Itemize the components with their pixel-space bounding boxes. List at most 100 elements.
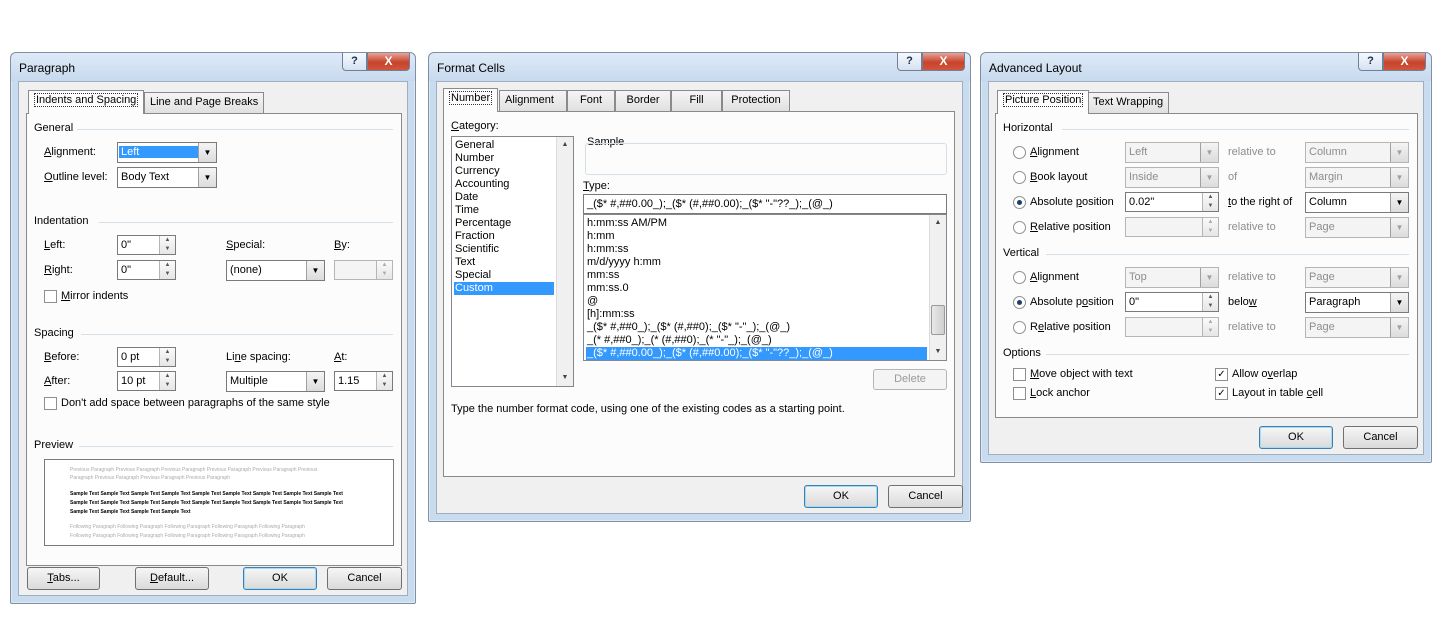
- book-layout-of-combo[interactable]: Margin ▼: [1305, 167, 1409, 188]
- spin-arrows-icon[interactable]: ▲ ▼: [159, 236, 175, 254]
- advanced-layout-titlebar[interactable]: Advanced Layout ? X: [981, 53, 1431, 81]
- book-layout-combo[interactable]: Inside ▼: [1125, 167, 1219, 188]
- lock-anchor-checkbox[interactable]: [1013, 387, 1026, 400]
- rel-position-radio[interactable]: [1013, 221, 1026, 234]
- abs-position-radio[interactable]: [1013, 196, 1026, 209]
- category-item[interactable]: Text: [454, 256, 554, 269]
- category-item[interactable]: Time: [454, 204, 554, 217]
- chevron-down-icon[interactable]: ▼: [1390, 268, 1408, 287]
- category-list[interactable]: General Number Currency Accounting Date Time P…: [451, 136, 574, 387]
- chevron-down-icon[interactable]: ▼: [1200, 268, 1218, 287]
- tab-indents-and-spacing[interactable]: Indents and Spacing: [28, 90, 145, 114]
- category-item[interactable]: Date: [454, 191, 554, 204]
- close-button[interactable]: X: [922, 53, 965, 71]
- format-item[interactable]: _($* #,##0.00_);_($* (#,##0.00);_($* "-"…: [586, 347, 927, 360]
- tab-alignment[interactable]: Alignment: [499, 90, 567, 111]
- v-alignment-relative-combo[interactable]: Page ▼: [1305, 267, 1409, 288]
- rel-position-relative-combo[interactable]: Page ▼: [1305, 217, 1409, 238]
- mirror-indents-checkbox[interactable]: [44, 290, 57, 303]
- help-button[interactable]: ?: [342, 53, 367, 71]
- tab-border[interactable]: Border: [615, 90, 671, 111]
- ok-button[interactable]: OK: [1259, 426, 1333, 449]
- h-alignment-combo[interactable]: Left ▼: [1125, 142, 1219, 163]
- format-item[interactable]: _($* #,##0_);_($* (#,##0);_($* "-"_);_(@…: [586, 321, 927, 334]
- tabs-button[interactable]: Tabs...: [27, 567, 100, 590]
- category-item[interactable]: Special: [454, 269, 554, 282]
- chevron-down-icon[interactable]: ▼: [306, 261, 324, 280]
- alignment-combo[interactable]: Left ▼: [117, 142, 217, 163]
- chevron-down-icon[interactable]: ▼: [306, 372, 324, 391]
- tab-picture-position[interactable]: Picture Position: [997, 90, 1090, 114]
- category-item[interactable]: Fraction: [454, 230, 554, 243]
- format-item[interactable]: h:mm:ss AM/PM: [586, 217, 927, 230]
- help-button[interactable]: ?: [1358, 53, 1383, 71]
- v-alignment-radio[interactable]: [1013, 271, 1026, 284]
- special-combo[interactable]: (none) ▼: [226, 260, 325, 281]
- abs-position-spinner[interactable]: 0.02" ▲ ▼: [1125, 192, 1219, 212]
- layout-in-cell-checkbox[interactable]: ✓: [1215, 387, 1228, 400]
- format-scrollbar[interactable]: ▲ ▼: [929, 215, 946, 360]
- v-rel-position-spinner[interactable]: ▲ ▼: [1125, 317, 1219, 337]
- book-layout-radio[interactable]: [1013, 171, 1026, 184]
- right-of-combo[interactable]: Column ▼: [1305, 192, 1409, 213]
- cancel-button[interactable]: Cancel: [888, 485, 963, 508]
- format-item[interactable]: [h]:mm:ss: [586, 308, 927, 321]
- chevron-down-icon[interactable]: ▼: [198, 143, 216, 162]
- format-item[interactable]: m/d/yyyy h:mm: [586, 256, 927, 269]
- format-item[interactable]: mm:ss: [586, 269, 927, 282]
- category-scrollbar[interactable]: ▲ ▼: [556, 137, 573, 386]
- chevron-down-icon[interactable]: ▼: [198, 168, 216, 187]
- paragraph-titlebar[interactable]: Paragraph ? X: [11, 53, 415, 81]
- scroll-up-icon[interactable]: ▲: [930, 215, 946, 231]
- default-button[interactable]: Default...: [135, 567, 209, 590]
- outline-level-combo[interactable]: Body Text ▼: [117, 167, 217, 188]
- chevron-down-icon[interactable]: ▼: [1390, 143, 1408, 162]
- chevron-down-icon[interactable]: ▼: [1390, 293, 1408, 312]
- category-item[interactable]: Custom: [454, 282, 554, 295]
- category-item[interactable]: Scientific: [454, 243, 554, 256]
- spin-arrows-icon[interactable]: ▲ ▼: [1202, 318, 1218, 336]
- delete-button[interactable]: Delete: [873, 369, 947, 390]
- format-cells-titlebar[interactable]: Format Cells ? X: [429, 53, 970, 81]
- chevron-down-icon[interactable]: ▼: [1390, 168, 1408, 187]
- v-abs-position-radio[interactable]: [1013, 296, 1026, 309]
- spin-arrows-icon[interactable]: ▲ ▼: [376, 261, 392, 279]
- type-input[interactable]: _($* #,##0.00_);_($* (#,##0.00);_($* "-"…: [583, 194, 947, 214]
- spin-arrows-icon[interactable]: ▲ ▼: [1202, 293, 1218, 311]
- h-alignment-relative-combo[interactable]: Column ▼: [1305, 142, 1409, 163]
- h-alignment-radio[interactable]: [1013, 146, 1026, 159]
- ok-button[interactable]: OK: [804, 485, 878, 508]
- chevron-down-icon[interactable]: ▼: [1390, 193, 1408, 212]
- format-item[interactable]: h:mm:ss: [586, 243, 927, 256]
- rel-position-spinner[interactable]: ▲ ▼: [1125, 217, 1219, 237]
- tab-number[interactable]: Number: [443, 88, 499, 112]
- move-object-checkbox[interactable]: [1013, 368, 1026, 381]
- scroll-up-icon[interactable]: ▲: [557, 137, 573, 153]
- format-list[interactable]: h:mm:ss AM/PM h:mm h:mm:ss m/d/yyyy h:mm mm:…: [583, 214, 947, 361]
- before-spinner[interactable]: 0 pt ▲ ▼: [117, 347, 176, 367]
- allow-overlap-checkbox[interactable]: ✓: [1215, 368, 1228, 381]
- help-button[interactable]: ?: [897, 53, 922, 71]
- at-spinner[interactable]: 1.15 ▲ ▼: [334, 371, 393, 391]
- below-combo[interactable]: Paragraph ▼: [1305, 292, 1409, 313]
- chevron-down-icon[interactable]: ▼: [1390, 218, 1408, 237]
- cancel-button[interactable]: Cancel: [327, 567, 402, 590]
- scroll-thumb[interactable]: [931, 305, 945, 335]
- v-rel-position-radio[interactable]: [1013, 321, 1026, 334]
- scroll-down-icon[interactable]: ▼: [557, 370, 573, 386]
- category-item[interactable]: Percentage: [454, 217, 554, 230]
- category-item[interactable]: General: [454, 139, 554, 152]
- chevron-down-icon[interactable]: ▼: [1390, 318, 1408, 337]
- by-spinner[interactable]: ▲ ▼: [334, 260, 393, 280]
- tab-fill[interactable]: Fill: [671, 90, 722, 111]
- right-indent-spinner[interactable]: 0" ▲ ▼: [117, 260, 176, 280]
- line-spacing-combo[interactable]: Multiple ▼: [226, 371, 325, 392]
- spin-arrows-icon[interactable]: ▲ ▼: [1202, 218, 1218, 236]
- left-indent-spinner[interactable]: 0" ▲ ▼: [117, 235, 176, 255]
- tab-protection[interactable]: Protection: [722, 90, 790, 111]
- format-item[interactable]: @: [586, 295, 927, 308]
- spin-arrows-icon[interactable]: ▲ ▼: [159, 372, 175, 390]
- format-item[interactable]: mm:ss.0: [586, 282, 927, 295]
- v-alignment-combo[interactable]: Top ▼: [1125, 267, 1219, 288]
- category-item[interactable]: Currency: [454, 165, 554, 178]
